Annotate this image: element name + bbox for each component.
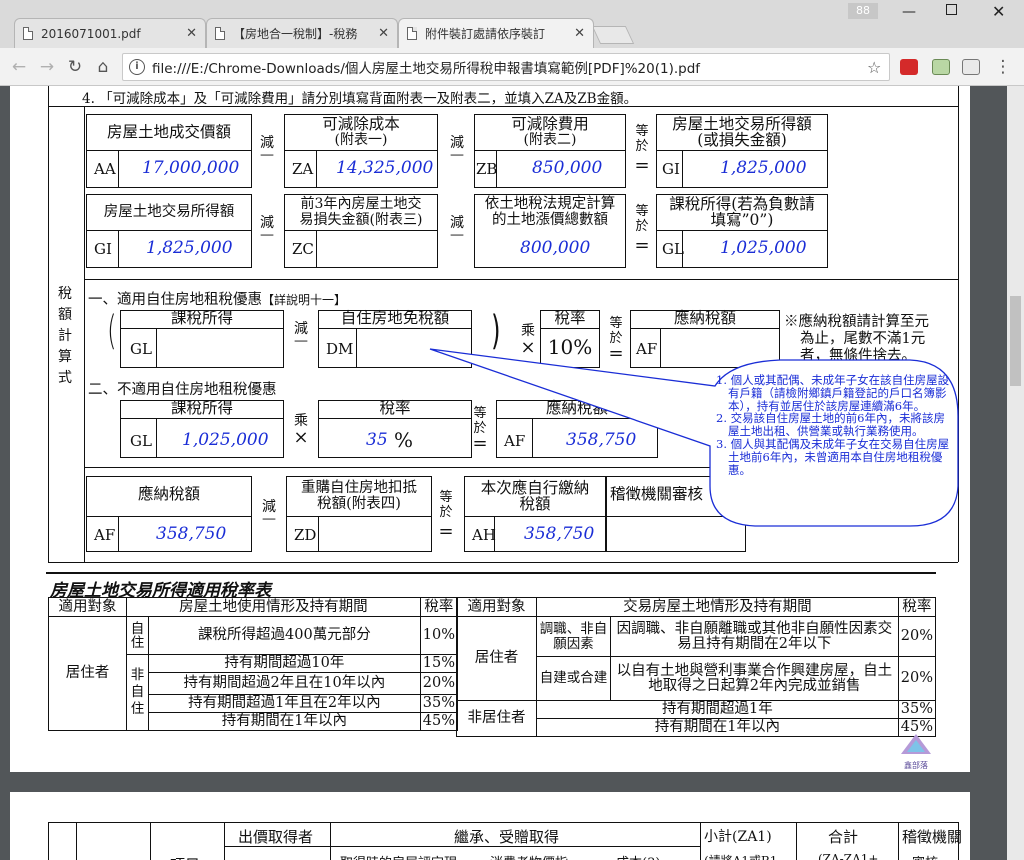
- cond-cell: 持有期間超過2年且在10年以內: [148, 672, 421, 695]
- page2-sub5: (ZA-ZA1+: [818, 852, 879, 860]
- cond-cell: 以自有土地與營利事業合作興建房屋，自土地取得之日起算2年內完成並銷售: [610, 656, 899, 701]
- page2-sub1: 取得時的房屋評定現: [340, 852, 457, 860]
- page2-col3: 小計(ZA1): [704, 829, 772, 845]
- page2-sub3: 成本(3): [616, 852, 660, 860]
- home-icon[interactable]: ⌂: [92, 56, 114, 78]
- tab-close-icon[interactable]: ✕: [378, 26, 389, 41]
- header-rate: 稅率: [897, 597, 937, 617]
- callout-item-3: 3. 個人與其配偶及未成年子女在交易自住房屋土地前6年內，未曾適用本自住房地租稅…: [716, 436, 950, 477]
- document-icon: [23, 27, 33, 40]
- rate-cell: 35%: [419, 694, 459, 713]
- header-rate: 稅率: [419, 597, 459, 617]
- scrollbar-track[interactable]: [1007, 86, 1024, 860]
- extension-tray-icon[interactable]: [962, 59, 980, 75]
- page2-sub4: (請將A1或B1: [704, 852, 777, 860]
- callout-bubble: [429, 348, 959, 527]
- minimize-icon[interactable]: —: [902, 4, 916, 20]
- tab-2[interactable]: 【房地合一稅制】-稅務 ✕: [206, 18, 398, 48]
- cond-cell: 課稅所得超過400萬元部分: [148, 616, 421, 655]
- extension-red-icon[interactable]: [900, 59, 918, 75]
- divider: [224, 822, 225, 860]
- profile-badge[interactable]: 88: [848, 3, 878, 19]
- rate-cell: 45%: [419, 712, 459, 731]
- header-condition: 房屋土地使用情形及持有期間: [126, 597, 421, 617]
- extension-green-icon[interactable]: [932, 59, 950, 75]
- cond-cell: 持有期間在1年以內: [536, 718, 899, 737]
- nonresident-cell: 非居住者: [456, 700, 537, 737]
- divider: [330, 822, 331, 860]
- page2-col1: 出價取得者: [238, 828, 314, 846]
- rate-cell: 20%: [897, 616, 937, 657]
- bookmark-star-icon[interactable]: ☆: [867, 58, 889, 77]
- page2-sub6: 審核: [912, 852, 938, 860]
- url-text[interactable]: file:///E:/Chrome-Downloads/個人房屋土地交易所得稅申…: [152, 57, 867, 77]
- cond-cell: 因調職、非自願離職或其他非自願性因素交易且持有期間在2年以下: [610, 616, 899, 657]
- rate-table-right: 適用對象 交易房屋土地情形及持有期間 稅率 居住者 調職、非自願因素 因調職、非…: [456, 597, 937, 737]
- cond-cell: 持有期間在1年以內: [148, 712, 421, 731]
- non-self-use-cell: 非自住: [126, 654, 149, 731]
- rate-cell: 35%: [897, 700, 937, 719]
- divider: [898, 822, 899, 860]
- page2-col2: 繼承、受贈取得: [454, 828, 560, 846]
- cond-cell: 持有期間超過1年且在2年以內: [148, 694, 421, 713]
- rate-table-left: 適用對象 房屋土地使用情形及持有期間 稅率 居住者 自住 課稅所得超過400萬元…: [48, 597, 459, 731]
- tab-3-active[interactable]: 附件裝訂處請依序裝訂 ✕: [398, 18, 594, 48]
- tab-title: 2016071001.pdf: [41, 26, 141, 41]
- tab-close-icon[interactable]: ✕: [574, 26, 585, 41]
- rate-cell: 20%: [897, 656, 937, 701]
- info-icon[interactable]: i: [129, 59, 145, 75]
- logo-icon: [901, 734, 931, 754]
- self-use-cell: 自住: [126, 616, 149, 655]
- callout-item-2: 2. 交易該自住房屋土地的前6年內，未將該房屋土地出租、供營業或執行業務使用。: [716, 411, 945, 439]
- page2-row-label: 項目: [170, 854, 200, 860]
- logo-text: 鑫部落: [904, 761, 928, 770]
- cond-cell: 持有期間超過1年: [536, 700, 899, 719]
- divider: [700, 822, 701, 860]
- resident-cell: 居住者: [48, 616, 127, 731]
- callout-item-1: 1. 個人或其配偶、未成年子女在該自住房屋設有戶籍（請檢附鄉鎮戶籍登記的戶口名簿…: [716, 373, 950, 413]
- pdf-page-2: 出價取得者 繼承、受贈取得 小計(ZA1) 合計 稽徵機關 項目 取得時的房屋評…: [10, 792, 970, 860]
- divider: [150, 822, 151, 860]
- page2-sub2: 消費者物價指: [490, 852, 568, 860]
- tab-close-icon[interactable]: ✕: [186, 26, 197, 41]
- document-icon: [215, 27, 225, 40]
- resident-cell: 居住者: [456, 616, 537, 701]
- divider: [796, 822, 797, 860]
- header-condition: 交易房屋土地情形及持有期間: [536, 597, 899, 617]
- pdf-page: 4. 「可減除成本」及「可減除費用」請分別填寫背面附表一及附表二，並填入ZA及Z…: [10, 86, 970, 772]
- tab-title: 【房地合一稅制】-稅務: [233, 27, 358, 41]
- document-icon: [407, 27, 417, 40]
- table-title-rule: [46, 572, 936, 574]
- address-bar[interactable]: i file:///E:/Chrome-Downloads/個人房屋土地交易所得…: [122, 53, 890, 81]
- header-target: 適用對象: [48, 597, 127, 617]
- rate-cell: 20%: [419, 672, 459, 695]
- reload-icon[interactable]: ↻: [64, 56, 86, 78]
- factor-cell: 調職、非自願因素: [536, 616, 611, 657]
- rate-cell: 10%: [419, 616, 459, 655]
- new-tab-button[interactable]: [591, 26, 635, 44]
- back-arrow-icon[interactable]: ←: [8, 56, 30, 78]
- watermark-logo: 鑫部落: [886, 732, 946, 772]
- callout-text: 1. 個人或其配偶、未成年子女在該自住房屋設有戶籍（請檢附鄉鎮戶籍登記的戶口名簿…: [716, 373, 950, 477]
- factor-cell: 自建或合建: [536, 656, 611, 701]
- tab-title: 附件裝訂處請依序裝訂: [425, 27, 546, 41]
- tab-bar: 2016071001.pdf ✕ 【房地合一稅制】-稅務 ✕ 附件裝訂處請依序裝…: [0, 0, 1024, 48]
- rate-cell: 15%: [419, 654, 459, 673]
- maximize-icon[interactable]: [946, 3, 957, 19]
- cond-cell: 持有期間超過10年: [148, 654, 421, 673]
- close-window-icon[interactable]: ✕: [992, 2, 1005, 21]
- browser-window: 2016071001.pdf ✕ 【房地合一稅制】-稅務 ✕ 附件裝訂處請依序裝…: [0, 0, 1024, 860]
- scrollbar-thumb[interactable]: [1010, 296, 1021, 386]
- divider: [48, 822, 49, 860]
- menu-icon[interactable]: ⋮: [992, 56, 1014, 78]
- page2-col5: 稽徵機關: [902, 828, 963, 846]
- divider: [48, 822, 958, 823]
- tab-1[interactable]: 2016071001.pdf ✕: [14, 18, 206, 48]
- header-target: 適用對象: [456, 597, 537, 617]
- toolbar: ← → ↻ ⌂ i file:///E:/Chrome-Downloads/個人…: [0, 48, 1024, 86]
- page2-col4: 合計: [828, 828, 859, 846]
- divider: [76, 822, 77, 860]
- forward-arrow-icon[interactable]: →: [36, 56, 58, 78]
